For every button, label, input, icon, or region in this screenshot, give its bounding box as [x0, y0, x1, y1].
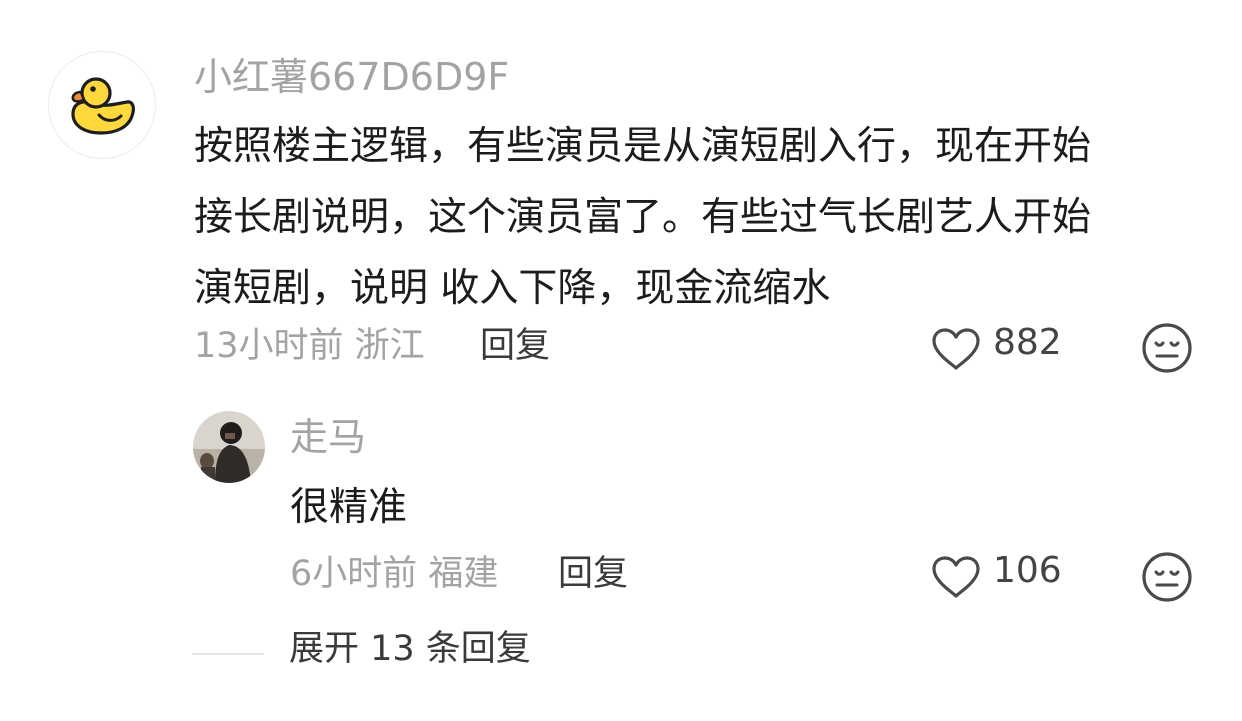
comment-time-location: 13小时前 浙江 — [194, 326, 425, 366]
expand-replies-button[interactable]: 展开 13 条回复 — [289, 625, 531, 673]
meh-face-icon[interactable] — [1140, 550, 1194, 604]
duck-icon — [71, 77, 135, 135]
reply-commenter-avatar[interactable] — [193, 411, 265, 483]
user-photo-avatar — [193, 411, 265, 483]
comment-text-line: 演短剧，说明 收入下降，现金流缩水 — [194, 266, 831, 311]
meh-face-icon[interactable] — [1140, 321, 1194, 375]
comment-text-line: 接长剧说明，这个演员富了。有些过气长剧艺人开始 — [194, 195, 1092, 240]
reply-commenter-username[interactable]: 走马 — [290, 413, 366, 461]
reply-button[interactable]: 回复 — [480, 323, 550, 369]
commenter-username[interactable]: 小红薯667D6D9F — [194, 53, 509, 101]
heart-outline-icon[interactable] — [930, 326, 982, 372]
commenter-avatar[interactable] — [48, 51, 156, 159]
reply-text: 很精准 — [290, 485, 408, 530]
expand-divider — [192, 653, 264, 655]
like-count: 882 — [993, 322, 1062, 363]
reply-time-location: 6小时前 福建 — [290, 554, 499, 594]
heart-outline-icon[interactable] — [930, 554, 982, 600]
comment-text-line: 按照楼主逻辑，有些演员是从演短剧入行，现在开始 — [194, 124, 1092, 169]
reply-to-reply-button[interactable]: 回复 — [558, 551, 628, 597]
reply-like-count: 106 — [993, 550, 1062, 591]
